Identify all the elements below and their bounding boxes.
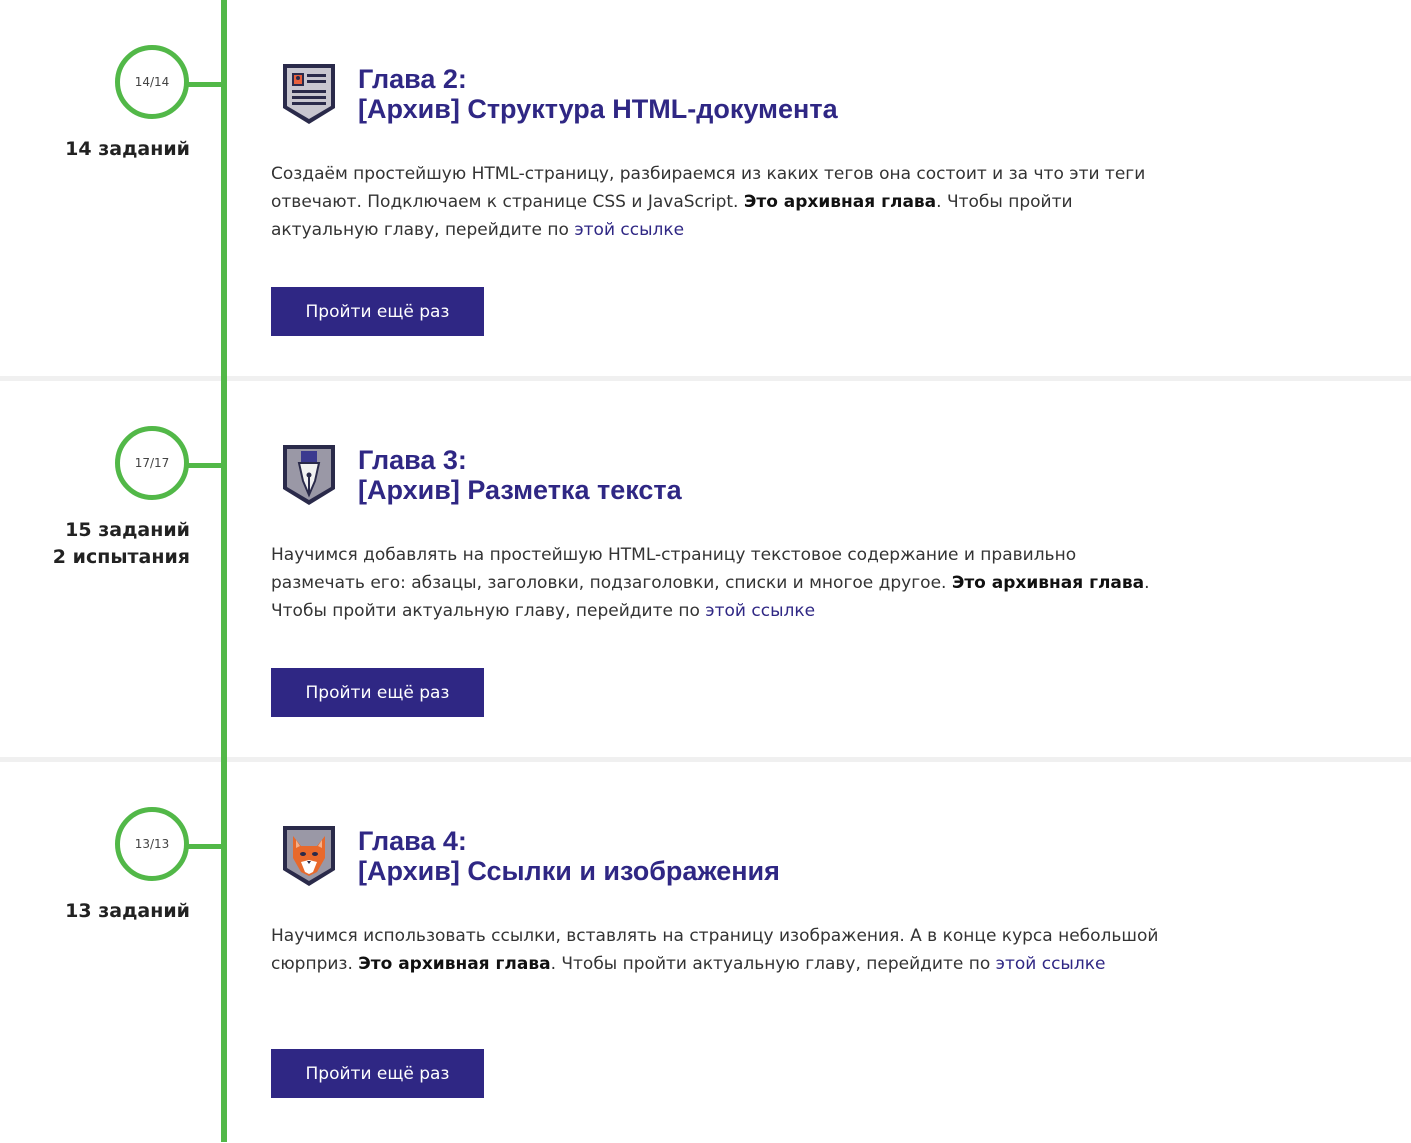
chapter-title: Глава 4: [Архив] Ссылки и изображения	[358, 826, 780, 886]
chapter-name: [Архив] Структура HTML-документа	[358, 94, 838, 124]
document-icon	[283, 64, 335, 124]
cat-icon	[283, 826, 335, 886]
timeline-connector	[188, 463, 223, 468]
timeline-connector	[188, 844, 223, 849]
task-counts: 14 заданий	[65, 136, 190, 163]
chapter-name: [Архив] Разметка текста	[358, 475, 682, 505]
chapter-title: Глава 3: [Архив] Разметка текста	[358, 445, 682, 505]
chapter-card: 17/17 15 заданий 2 испытания Глава 3: [А…	[0, 381, 1411, 762]
chapter-number: Глава 3:	[358, 445, 467, 475]
progress-circle: 14/14	[115, 45, 189, 119]
task-counts: 15 заданий 2 испытания	[53, 517, 190, 571]
chapter-number: Глава 2:	[358, 64, 467, 94]
chapter-description: Научимся добавлять на простейшую HTML-ст…	[271, 541, 1171, 625]
task-count: 13 заданий	[65, 900, 190, 922]
chapter-card: 14/14 14 заданий Глава 2: [Архив] Структ…	[0, 0, 1411, 381]
archive-note: Это архивная глава	[743, 192, 937, 212]
timeline-connector	[188, 82, 223, 87]
retry-button[interactable]: Пройти ещё раз	[271, 668, 484, 717]
archive-note: Это архивная глава	[951, 573, 1145, 593]
pen-nib-icon	[283, 445, 335, 505]
progress-circle: 13/13	[115, 807, 189, 881]
retry-button[interactable]: Пройти ещё раз	[271, 287, 484, 336]
chapter-card: 13/13 13 заданий Глава 4: [Архив] Ссылки…	[0, 762, 1411, 1143]
task-count: 15 заданий	[65, 519, 190, 541]
progress-label: 14/14	[134, 75, 170, 89]
description-tail: . Чтобы пройти актуальную главу, перейди…	[550, 954, 991, 974]
chapter-description: Научимся использовать ссылки, вставлять …	[271, 922, 1171, 978]
challenge-count: 2 испытания	[52, 546, 190, 568]
archive-note: Это архивная глава	[358, 954, 551, 974]
task-counts: 13 заданий	[65, 898, 190, 925]
timeline-line	[221, 0, 227, 1142]
retry-button[interactable]: Пройти ещё раз	[271, 1049, 484, 1098]
current-chapter-link[interactable]: этой ссылке	[996, 954, 1106, 974]
current-chapter-link[interactable]: этой ссылке	[705, 601, 815, 621]
chapter-name: [Архив] Ссылки и изображения	[358, 856, 780, 886]
chapter-description: Создаём простейшую HTML-страницу, разбир…	[271, 160, 1171, 244]
chapter-title: Глава 2: [Архив] Структура HTML-документ…	[358, 64, 838, 124]
task-count: 14 заданий	[65, 138, 190, 160]
progress-circle: 17/17	[115, 426, 189, 500]
progress-label: 17/17	[134, 456, 170, 470]
progress-label: 13/13	[134, 837, 170, 851]
current-chapter-link[interactable]: этой ссылке	[574, 220, 684, 240]
chapter-number: Глава 4:	[358, 826, 467, 856]
